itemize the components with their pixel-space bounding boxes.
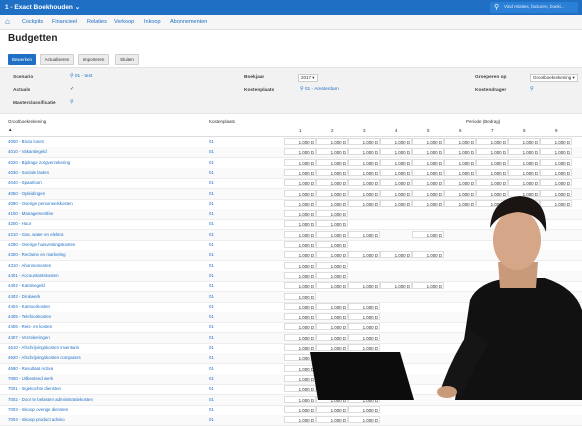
account-link[interactable]: 7004 - Inkoop product adviso [8, 417, 65, 422]
budget-cell[interactable]: 1.000 D [348, 405, 380, 413]
budget-cell[interactable]: 1.000 D [284, 405, 316, 413]
account-link[interactable]: 7003 - Inkoop overige diensten [8, 407, 68, 412]
budget-cell[interactable]: 1.000 D [316, 405, 348, 413]
budget-cell[interactable]: 1.000 D [348, 416, 380, 424]
costcenter-link[interactable]: 01 [209, 417, 214, 422]
table-row[interactable]: 7004 - Inkoop product adviso 01 1.000 D 1.0… [0, 415, 582, 426]
person-figure [437, 196, 582, 400]
budget-cell[interactable]: 1.000 D [284, 416, 316, 424]
costcenter-link[interactable]: 01 [209, 407, 214, 412]
budget-cell[interactable]: 1.000 D [316, 416, 348, 424]
presenter-photo [310, 196, 582, 400]
laptop-icon [310, 352, 414, 400]
